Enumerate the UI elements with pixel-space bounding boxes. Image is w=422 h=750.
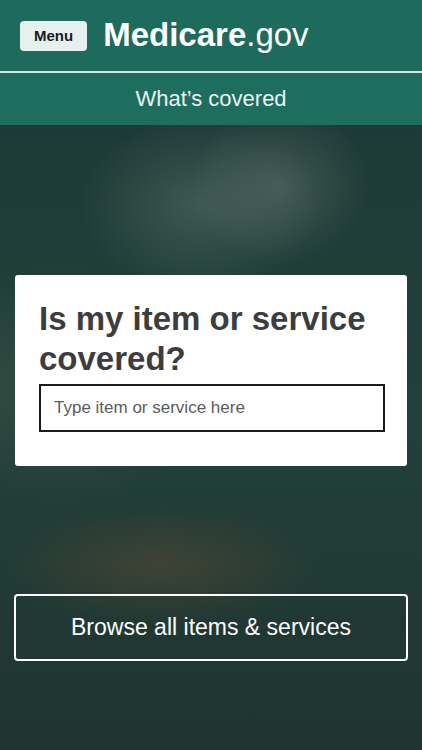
logo-brand: Medicare [103,16,246,53]
menu-button[interactable]: Menu [20,21,87,51]
hero-photo: Is my item or service covered? Browse all… [0,125,422,750]
search-card-title: Is my item or service covered? [39,299,385,378]
search-input[interactable] [39,384,385,432]
section-bar: What’s covered [0,73,422,125]
logo-suffix: .gov [246,16,308,53]
search-card: Is my item or service covered? [15,275,407,466]
page: Menu Medicare.gov What’s covered Is my item… [0,0,422,750]
browse-button[interactable]: Browse all items & services [14,594,408,661]
site-header: Menu Medicare.gov [0,0,422,73]
site-logo[interactable]: Medicare.gov [103,17,308,53]
section-title: What’s covered [135,86,286,112]
